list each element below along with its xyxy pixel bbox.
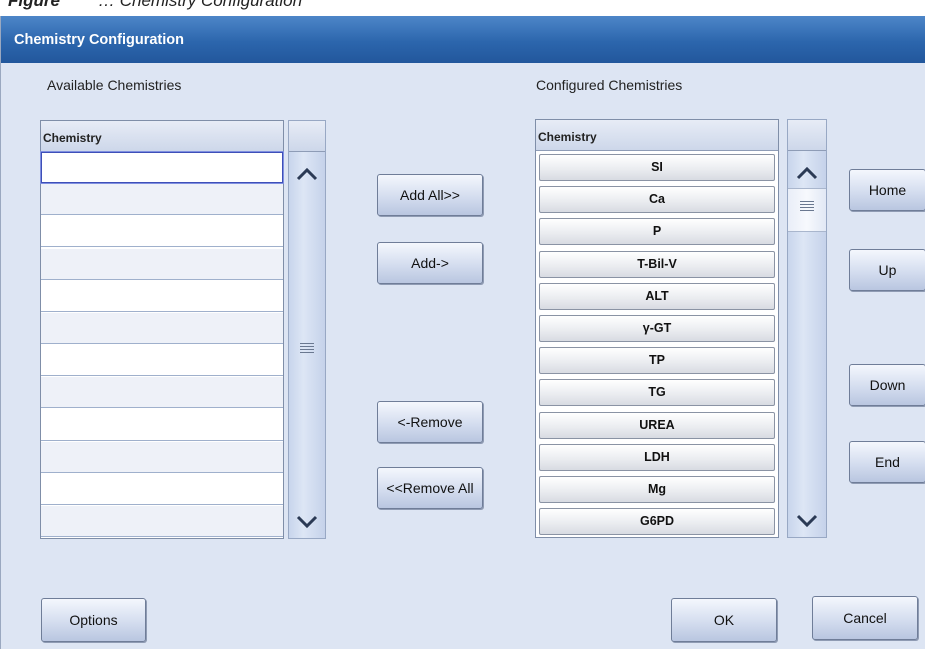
configured-chemistry-item[interactable]: LDH (539, 443, 775, 471)
list-item[interactable] (41, 280, 283, 312)
list-item[interactable] (41, 506, 283, 538)
caption-rest: … Chemistry Configuration (98, 0, 303, 10)
grip-icon (800, 201, 814, 211)
scrollbar-header (788, 120, 826, 151)
caption-figure-word: Figure (8, 0, 60, 10)
add-all-button[interactable]: Add All>> (377, 174, 483, 216)
available-scroll-up-button[interactable] (289, 158, 325, 190)
configured-chemistry-item[interactable]: TG (539, 379, 775, 407)
list-item[interactable] (41, 441, 283, 473)
chemistry-configuration-dialog: Chemistry Configuration Available Chemis… (0, 16, 925, 649)
available-chemistries-label: Available Chemistries (47, 77, 182, 93)
configured-chemistry-item[interactable]: T-Bil-V (539, 250, 775, 278)
available-scroll-thumb[interactable] (289, 191, 325, 503)
configured-chemistry-item[interactable]: SI (539, 154, 775, 181)
available-chemistries-list[interactable]: Chemistry (40, 120, 284, 539)
remove-button[interactable]: <-Remove (377, 401, 483, 443)
configured-chemistry-item[interactable]: G6PD (539, 508, 775, 536)
ok-button[interactable]: OK (671, 598, 777, 642)
chevron-up-icon (296, 167, 318, 181)
list-item[interactable] (41, 184, 283, 216)
list-item[interactable] (41, 248, 283, 280)
list-item[interactable] (41, 345, 283, 377)
list-item[interactable] (41, 409, 283, 441)
scrollbar-header (289, 121, 325, 152)
available-scroll-down-button[interactable] (289, 506, 325, 538)
chevron-down-icon (296, 515, 318, 529)
configured-chemistry-item[interactable]: γ-GT (539, 315, 775, 342)
configured-column-header[interactable]: Chemistry (536, 120, 778, 151)
cancel-button[interactable]: Cancel (812, 596, 918, 640)
configured-chemistry-item[interactable]: Mg (539, 476, 775, 503)
options-button[interactable]: Options (41, 598, 146, 642)
configured-chemistry-item[interactable]: Ca (539, 186, 775, 214)
up-button[interactable]: Up (849, 249, 925, 291)
configured-chemistry-item[interactable]: P (539, 218, 775, 246)
home-button[interactable]: Home (849, 169, 925, 211)
configured-chemistry-item[interactable]: TP (539, 347, 775, 375)
grip-icon (300, 343, 314, 353)
chevron-up-icon (796, 166, 818, 180)
configured-chemistry-item[interactable]: UREA (539, 411, 775, 439)
configured-scroll-thumb[interactable] (788, 188, 826, 232)
configured-scroll-down-button[interactable] (788, 505, 826, 537)
add-button[interactable]: Add-> (377, 242, 483, 284)
list-item[interactable] (41, 474, 283, 505)
configured-chemistries-list[interactable]: Chemistry SI Ca P T-Bil-V ALT γ-GT TP TG UREA LDH… (535, 119, 779, 538)
title-bar: Chemistry Configuration (1, 16, 925, 63)
list-item[interactable] (40, 151, 284, 184)
list-item[interactable] (41, 377, 283, 409)
remove-all-button[interactable]: <<Remove All (377, 467, 483, 509)
configured-chemistries-label: Configured Chemistries (536, 77, 683, 93)
configured-scrollbar[interactable] (787, 119, 827, 538)
configured-chemistry-item[interactable]: ALT (539, 282, 775, 310)
available-column-header[interactable]: Chemistry (41, 121, 283, 152)
configured-scroll-up-button[interactable] (788, 157, 826, 189)
chevron-down-icon (796, 514, 818, 528)
down-button[interactable]: Down (849, 364, 925, 406)
list-item[interactable] (41, 216, 283, 248)
list-item[interactable] (41, 313, 283, 344)
window-title: Chemistry Configuration (14, 32, 184, 48)
end-button[interactable]: End (849, 441, 925, 483)
available-scrollbar[interactable] (288, 120, 326, 539)
figure-caption: Figure … Chemistry Configuration (0, 0, 925, 16)
